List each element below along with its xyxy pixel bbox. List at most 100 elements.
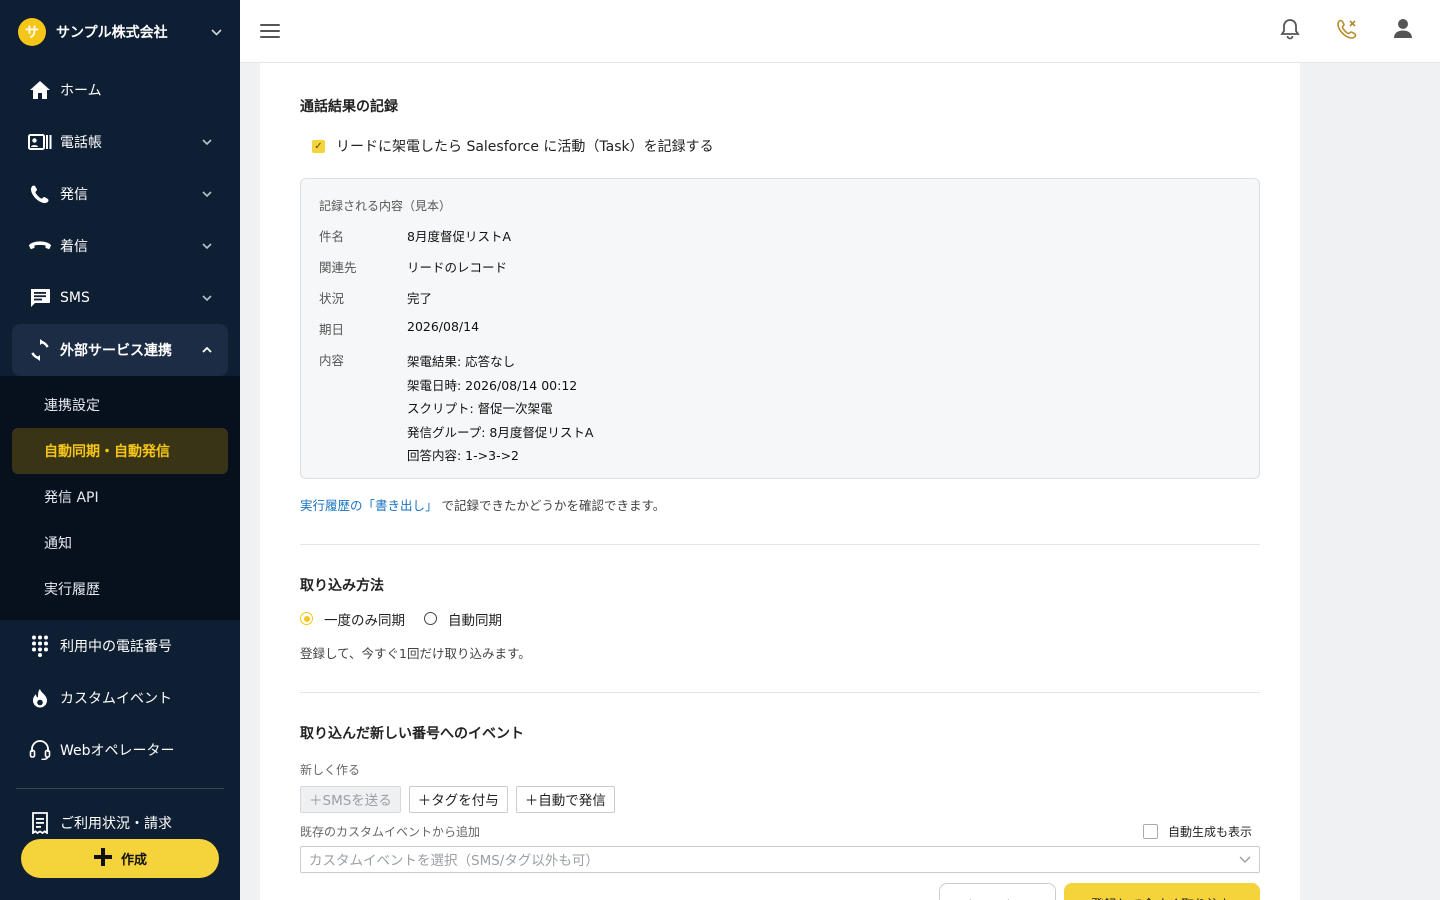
top-header [240, 0, 1440, 63]
create-button-label: 作成 [120, 853, 147, 868]
radio-auto-label: 自動同期 [448, 612, 502, 629]
sidebar-item-label: SMS [60, 290, 90, 306]
export-history-link[interactable]: 実行履歴の「書き出し」 [300, 498, 438, 513]
show-auto-generated-checkbox[interactable]: 自動生成も表示 [1142, 823, 1260, 840]
show-auto-generated-label: 自動生成も表示 [1167, 824, 1252, 839]
sidebar-item-label: ホーム [60, 83, 102, 99]
sidebar-item-integrations[interactable]: 外部サービス連携 [12, 324, 228, 376]
sample-key: 件名 [319, 229, 345, 244]
new-event-buttons: ＋SMSを送る ＋タグを付与 ＋自動で発信 [300, 785, 1260, 813]
sidebar-item-label: 発信 [60, 187, 88, 203]
existing-events-label: 既存のカスタムイベントから追加 [300, 824, 481, 839]
sidebar-item-label: カスタムイベント [60, 691, 172, 707]
checkbox-empty-icon [1142, 823, 1158, 839]
sync-icon [28, 338, 52, 362]
home-icon [28, 78, 52, 102]
content-line: 架電日時: 2026/08/14 00:12 [407, 377, 578, 393]
section-divider [300, 543, 1260, 545]
record-task-label: リードに架電したら Salesforce に活動（Task）を記録する [336, 139, 714, 155]
section-divider [300, 691, 1260, 693]
sidebar-item-incoming[interactable]: 着信 [0, 220, 240, 272]
subitem-link-settings[interactable]: 連携設定 [0, 382, 240, 428]
existing-events-row: 既存のカスタムイベントから追加 自動生成も表示 [300, 823, 1260, 840]
cancel-button[interactable]: キャンセル [939, 883, 1056, 900]
sample-key: 状況 [319, 291, 345, 306]
add-auto-call-button[interactable]: ＋自動で発信 [515, 785, 615, 813]
custom-event-select-placeholder: カスタムイベントを選択（SMS/タグ以外も可） [309, 853, 599, 869]
sidebar-item-outgoing[interactable]: 発信 [0, 168, 240, 220]
sample-value: 2026/08/14 [407, 319, 480, 334]
checkbox-checked-icon: ✓ [312, 139, 325, 153]
sample-row-status: 状況 完了 [319, 288, 1241, 307]
sidebar-item-label: 利用中の電話番号 [60, 639, 172, 655]
company-name: サンプル株式会社 [56, 25, 168, 41]
section-title-events: 取り込んだ新しい番号へのイベント [300, 725, 524, 742]
add-sms-button[interactable]: ＋SMSを送る [300, 785, 401, 813]
main-card: 通話結果の記録 ✓ リードに架電したら Salesforce に活動（Task）… [260, 63, 1300, 900]
sidebar-item-custom-events[interactable]: カスタムイベント [0, 672, 240, 724]
form-actions: キャンセル 登録して今すぐ取り込む [939, 883, 1260, 900]
sms-icon [28, 286, 52, 310]
sample-value: 8月度督促リストA [407, 229, 512, 244]
chevron-down-icon [211, 26, 222, 39]
radio-once[interactable] [300, 612, 313, 625]
import-method-radios: 一度のみ同期 自動同期 [300, 609, 1260, 629]
create-button[interactable]: 作成 [21, 839, 219, 878]
section-title-import: 取り込み方法 [300, 577, 384, 594]
menu-icon[interactable] [260, 20, 280, 42]
content-line: 回答内容: 1->3->2 [407, 448, 520, 463]
contacts-icon [28, 130, 52, 154]
bell-icon[interactable] [1280, 18, 1300, 44]
sample-value: 完了 [407, 291, 433, 306]
history-note: 実行履歴の「書き出し」 で記録できたかどうかを確認できます。 [300, 495, 1260, 514]
sample-content-lines: 架電結果: 応答なし 架電日時: 2026/08/14 00:12 スクリプト:… [407, 350, 1241, 468]
sidebar-item-label: 電話帳 [60, 135, 102, 151]
radio-auto[interactable] [424, 612, 437, 625]
sidebar-item-label: 外部サービス連携 [60, 343, 172, 359]
sample-row-related: 関連先 リードのレコード [319, 257, 1241, 276]
sidebar-divider [16, 788, 224, 789]
sample-key: 関連先 [319, 260, 357, 275]
sample-row-content: 内容 架電結果: 応答なし 架電日時: 2026/08/14 00:12 スクリ… [319, 350, 1241, 468]
radio-once-label: 一度のみ同期 [324, 612, 405, 629]
sidebar: サ サンプル株式会社 ホーム 電話帳 発信 着信 SMS 外部サービス連携 連携… [0, 0, 240, 900]
sample-preview-box: 記録される内容（見本） 件名 8月度督促リストA 関連先 リードのレコード 状況 完了… [300, 178, 1260, 479]
content-line: 架電結果: 応答なし [407, 354, 516, 369]
subitem-call-api[interactable]: 発信 API [0, 474, 240, 520]
sidebar-item-web-operator[interactable]: Webオペレーター [0, 724, 240, 776]
phone-missed-icon[interactable] [1336, 18, 1358, 44]
submit-import-button[interactable]: 登録して今すぐ取り込む [1064, 883, 1260, 900]
plus-icon [93, 847, 113, 871]
sidebar-item-sms[interactable]: SMS [0, 272, 240, 324]
headset-icon [28, 738, 52, 762]
company-logo: サ [18, 18, 46, 46]
subitem-history[interactable]: 実行履歴 [0, 566, 240, 612]
subitem-auto-sync[interactable]: 自動同期・自動発信 [12, 428, 228, 474]
content-line: 発信グループ: 8月度督促リストA [407, 424, 594, 440]
chevron-down-icon [202, 189, 212, 200]
sidebar-item-label: ご利用状況・請求 [60, 816, 172, 832]
user-icon[interactable] [1394, 18, 1412, 44]
chevron-down-icon [202, 293, 212, 304]
sidebar-item-contacts[interactable]: 電話帳 [0, 116, 240, 168]
sidebar-item-home[interactable]: ホーム [0, 64, 240, 116]
sample-row-subject: 件名 8月度督促リストA [319, 226, 1241, 245]
fire-icon [28, 686, 52, 710]
section-title-record: 通話結果の記録 [300, 99, 398, 115]
custom-event-select[interactable]: カスタムイベントを選択（SMS/タグ以外も可） [300, 845, 1260, 873]
sample-heading: 記録される内容（見本） [319, 199, 452, 213]
new-events-label: 新しく作る [300, 762, 361, 777]
sample-row-due: 期日 2026/08/14 [319, 319, 1241, 338]
chevron-down-icon [1239, 851, 1251, 867]
sidebar-item-label: 着信 [60, 239, 88, 255]
company-switcher[interactable]: サ サンプル株式会社 [0, 0, 240, 64]
content-line: スクリプト: 督促一次架電 [407, 401, 553, 416]
sample-key: 内容 [319, 353, 345, 368]
subitem-notifications[interactable]: 通知 [0, 520, 240, 566]
add-tag-button[interactable]: ＋タグを付与 [408, 785, 508, 813]
sample-key: 期日 [319, 322, 345, 337]
dialpad-icon [28, 634, 52, 658]
receipt-icon [28, 811, 52, 835]
sidebar-item-numbers[interactable]: 利用中の電話番号 [0, 620, 240, 672]
record-task-checkbox[interactable]: ✓ リードに架電したら Salesforce に活動（Task）を記録する [300, 136, 1260, 156]
